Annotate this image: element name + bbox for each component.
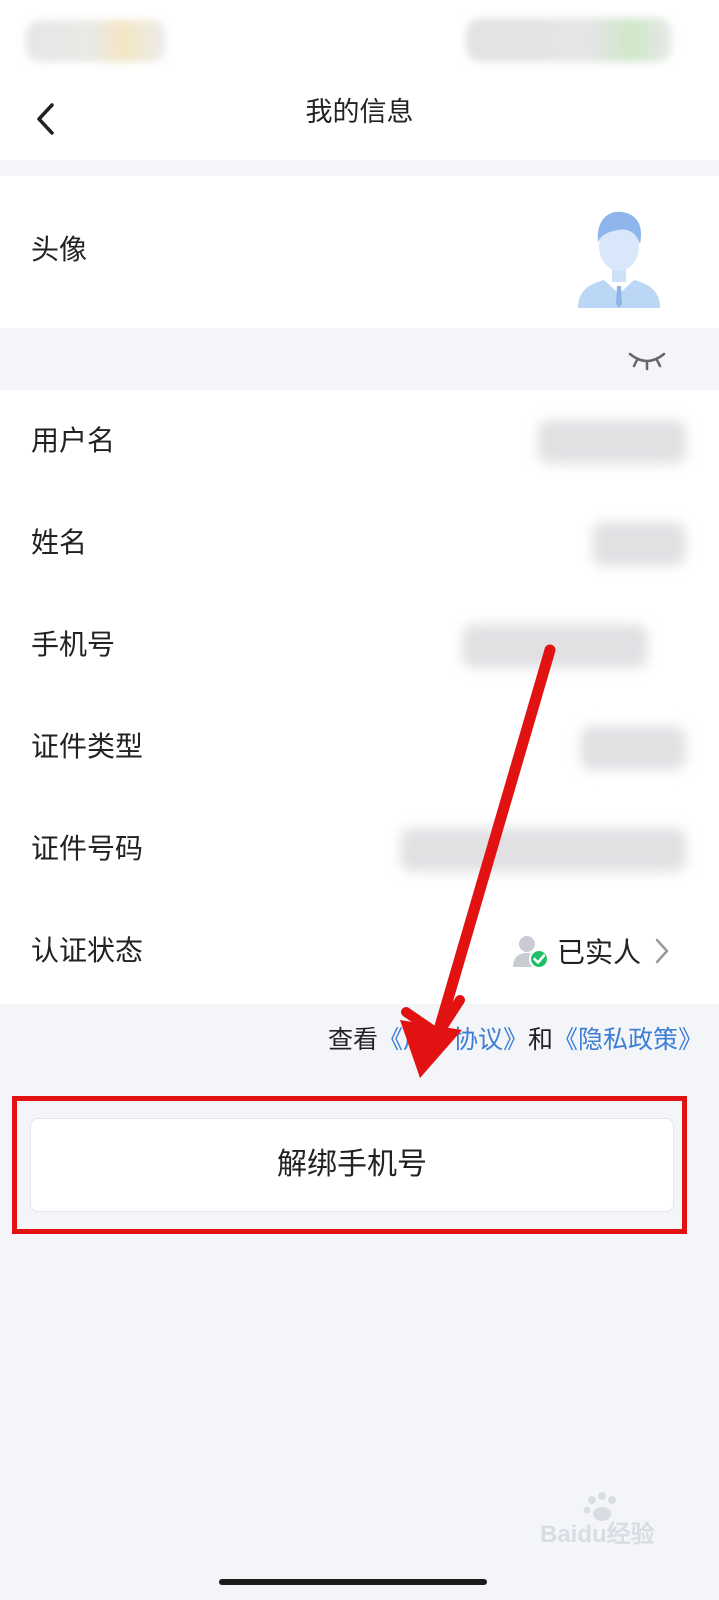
back-icon[interactable] [30, 97, 64, 143]
id-number-label: 证件号码 [31, 832, 144, 865]
nav-bar: 我的信息 [0, 80, 719, 160]
id-type-label: 证件类型 [31, 730, 144, 763]
status-bar-blurred-right [466, 18, 672, 62]
user-agreement-link[interactable]: 《用户协议》 [378, 1025, 528, 1054]
avatar-label: 头像 [31, 233, 88, 266]
agreement-conjunction: 和 [527, 1025, 553, 1054]
auth-value: 已实人 [556, 936, 641, 969]
page-title: 我的信息 [305, 97, 414, 128]
phone-row[interactable]: 手机号 [0, 594, 719, 696]
privacy-policy-link[interactable]: 《隐私政策》 [553, 1025, 703, 1054]
id-type-row[interactable]: 证件类型 [0, 696, 719, 798]
name-value-blurred [592, 522, 686, 566]
unbind-phone-button[interactable]: 解绑手机号 [30, 1118, 674, 1212]
id-number-value-blurred [400, 828, 686, 872]
chevron-right-icon [655, 938, 669, 964]
verified-user-icon [512, 936, 549, 969]
eye-closed-icon[interactable] [627, 344, 667, 374]
avatar[interactable] [576, 204, 662, 308]
avatar-row[interactable]: 头像 [0, 176, 719, 328]
phone-label: 手机号 [31, 628, 116, 661]
info-list: 用户名 姓名 手机号 证件类型 证件号码 认证状态 已实人 [0, 390, 719, 1004]
agreement-prefix: 查看 [327, 1025, 378, 1054]
status-bar-blurred-left [26, 20, 166, 62]
username-label: 用户名 [31, 424, 116, 457]
name-row[interactable]: 姓名 [0, 492, 719, 594]
baidu-jingyan-watermark: Baidu经验 [540, 1492, 655, 1548]
status-bar [0, 0, 719, 80]
auth-status-row[interactable]: 认证状态 已实人 [0, 900, 719, 1002]
agreement-line: 查看《用户协议》和《隐私政策》 [328, 1018, 703, 1062]
auth-label: 认证状态 [31, 934, 144, 967]
name-label: 姓名 [31, 526, 88, 559]
username-value-blurred [538, 420, 686, 464]
phone-value-blurred [462, 624, 648, 668]
username-row[interactable]: 用户名 [0, 390, 719, 492]
watermark-text: Baidu经验 [540, 1520, 655, 1548]
home-indicator [219, 1579, 487, 1585]
auth-status[interactable]: 已实人 [511, 900, 669, 1002]
id-number-row[interactable]: 证件号码 [0, 798, 719, 900]
id-type-value-blurred [580, 726, 686, 770]
privacy-strip [0, 328, 719, 390]
